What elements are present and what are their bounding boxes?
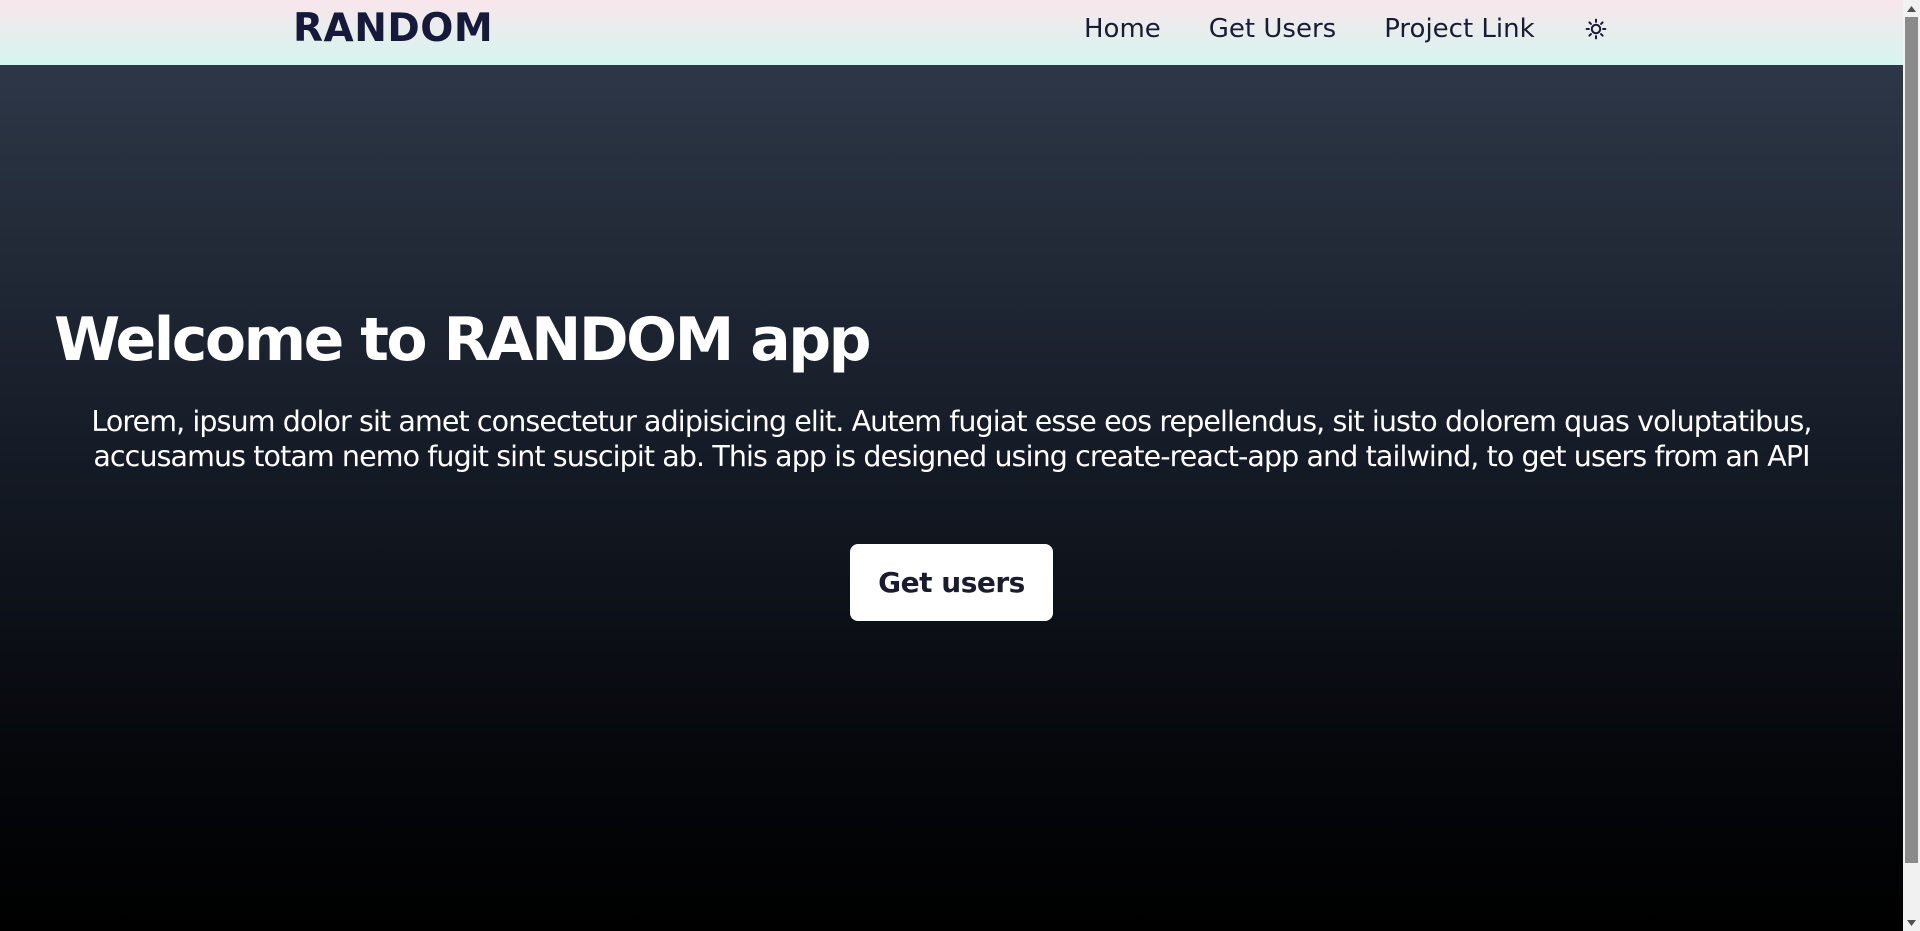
- page: RANDOM Home Get Users Project Link Welco…: [0, 0, 1903, 931]
- sun-icon: [1585, 18, 1607, 40]
- hero-description: Lorem, ipsum dolor sit amet consectetur …: [91, 405, 1812, 473]
- hero-section: Welcome to RANDOM app Lorem, ipsum dolor…: [0, 65, 1903, 931]
- scroll-up-arrow-icon[interactable]: [1903, 0, 1920, 17]
- theme-toggle-button[interactable]: [1583, 16, 1609, 42]
- get-users-button[interactable]: Get users: [850, 544, 1053, 621]
- hero-title: Welcome to RANDOM app: [54, 305, 872, 375]
- navbar: RANDOM Home Get Users Project Link: [0, 0, 1903, 65]
- nav-link-home[interactable]: Home: [1084, 14, 1161, 44]
- scroll-down-arrow-icon[interactable]: [1903, 914, 1920, 931]
- vertical-scrollbar[interactable]: [1903, 0, 1920, 931]
- scrollbar-thumb[interactable]: [1905, 17, 1918, 863]
- nav-links: Home Get Users Project Link: [1084, 14, 1609, 44]
- nav-link-get-users[interactable]: Get Users: [1209, 14, 1336, 44]
- nav-link-project-link[interactable]: Project Link: [1384, 14, 1534, 44]
- logo[interactable]: RANDOM: [293, 6, 493, 51]
